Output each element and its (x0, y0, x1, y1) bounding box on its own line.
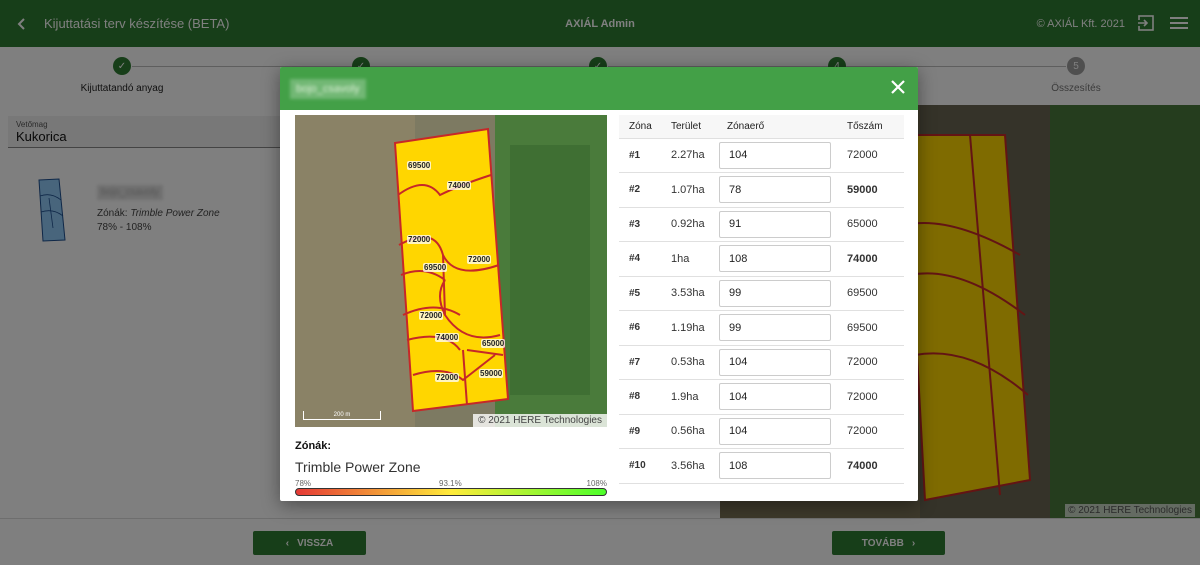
zone-label: 74000 (435, 333, 460, 342)
zone-area: 3.56ha (661, 448, 717, 484)
map-scale: 200 m (303, 411, 381, 420)
zone-id: #6 (619, 310, 661, 346)
zone-strength-input[interactable] (719, 141, 831, 169)
zone-id: #9 (619, 414, 661, 449)
zone-strength-cell (717, 207, 837, 242)
table-row: #53.53ha 69500 (619, 276, 904, 311)
scale-max: 108% (586, 479, 607, 488)
zone-seed-count: 72000 (837, 345, 904, 380)
zone-label: 69500 (407, 161, 432, 170)
zone-label: 72000 (419, 311, 444, 320)
zone-table: Zóna Terület Zónaerő Tőszám #12.27ha 7200… (619, 115, 904, 484)
zone-rows: #12.27ha72000#21.07ha59000#30.92ha65000#… (619, 138, 904, 484)
zone-strength-input[interactable] (719, 417, 831, 445)
zone-label: 69500 (423, 263, 448, 272)
zone-area: 1ha (661, 241, 717, 277)
col-zone: Zóna (619, 115, 661, 139)
zone-strength-cell (717, 138, 837, 173)
col-area: Terület (661, 115, 717, 139)
zone-label: 59000 (479, 369, 504, 378)
scale-mid: 93.1% (439, 479, 462, 488)
zone-seed-count: 69500 (837, 276, 904, 311)
zone-label: 65000 (481, 339, 506, 348)
zone-seed-count: 72000 (837, 379, 904, 415)
close-icon[interactable] (890, 79, 906, 95)
zone-id: #8 (619, 379, 661, 415)
table-row: #61.19ha 69500 (619, 310, 904, 346)
zone-strength-cell (717, 414, 837, 449)
zone-label: 72000 (407, 235, 432, 244)
zone-id: #1 (619, 138, 661, 173)
zone-area: 0.53ha (661, 345, 717, 380)
table-header: Zóna Terület Zónaerő Tőszám (619, 115, 904, 139)
zone-id: #3 (619, 207, 661, 242)
zone-strength-input[interactable] (719, 348, 831, 376)
zones-label: Zónák: (295, 440, 332, 452)
zone-strength-cell (717, 172, 837, 208)
zone-area: 0.92ha (661, 207, 717, 242)
zone-strength-input[interactable] (719, 210, 831, 238)
table-row: #30.92ha 65000 (619, 207, 904, 242)
scale-min: 78% (295, 479, 312, 488)
zone-strength-input[interactable] (719, 279, 831, 307)
table-row: #21.07ha 59000 (619, 172, 904, 208)
zone-strength-input[interactable] (719, 314, 831, 342)
zone-id: #10 (619, 448, 661, 484)
zone-strength-cell (717, 345, 837, 380)
table-row: #90.56ha 72000 (619, 414, 904, 449)
zone-seed-count: 59000 (837, 172, 904, 208)
modal-title: bojo_csavoly (290, 78, 366, 99)
zone-id: #5 (619, 276, 661, 311)
col-strength: Zónaerő (717, 115, 837, 139)
zone-area: 1.9ha (661, 379, 717, 415)
zone-seed-count: 72000 (837, 414, 904, 449)
zone-area: 0.56ha (661, 414, 717, 449)
zone-label: 74000 (447, 181, 472, 190)
zone-strength-input[interactable] (719, 452, 831, 480)
zone-area: 1.07ha (661, 172, 717, 208)
zone-modal: bojo_csavoly 69500 74000 72000 69500 72000 72… (280, 67, 918, 501)
col-seed: Tőszám (837, 115, 904, 139)
table-row: #41ha 74000 (619, 241, 904, 277)
zone-strength-input[interactable] (719, 176, 831, 204)
zone-gradient-bar (295, 488, 607, 496)
zone-id: #4 (619, 241, 661, 277)
zone-id: #7 (619, 345, 661, 380)
zone-seed-count: 69500 (837, 310, 904, 346)
zone-strength-cell (717, 379, 837, 415)
zone-strength-input[interactable] (719, 383, 831, 411)
zone-seed-count: 72000 (837, 138, 904, 173)
zone-label: 72000 (467, 255, 492, 264)
zone-strength-cell (717, 310, 837, 346)
map-copyright: © 2021 HERE Technologies (473, 414, 607, 427)
zone-strength-cell (717, 241, 837, 277)
table-row: #81.9ha 72000 (619, 379, 904, 415)
table-row: #70.53ha 72000 (619, 345, 904, 380)
zone-seed-count: 65000 (837, 207, 904, 242)
zone-strength-input[interactable] (719, 245, 831, 273)
zone-map[interactable]: 69500 74000 72000 69500 72000 72000 74000 65000… (295, 115, 607, 427)
zone-id: #2 (619, 172, 661, 208)
zone-seed-count: 74000 (837, 448, 904, 484)
zone-seed-count: 74000 (837, 241, 904, 277)
zone-area: 2.27ha (661, 138, 717, 173)
zone-area: 1.19ha (661, 310, 717, 346)
table-row: #12.27ha 72000 (619, 138, 904, 173)
zone-strength-cell (717, 448, 837, 484)
modal-header: bojo_csavoly (280, 67, 918, 110)
zone-label: 72000 (435, 373, 460, 382)
table-row: #103.56ha 74000 (619, 448, 904, 484)
zone-area: 3.53ha (661, 276, 717, 311)
zone-type-name: Trimble Power Zone (295, 459, 421, 475)
zone-strength-cell (717, 276, 837, 311)
